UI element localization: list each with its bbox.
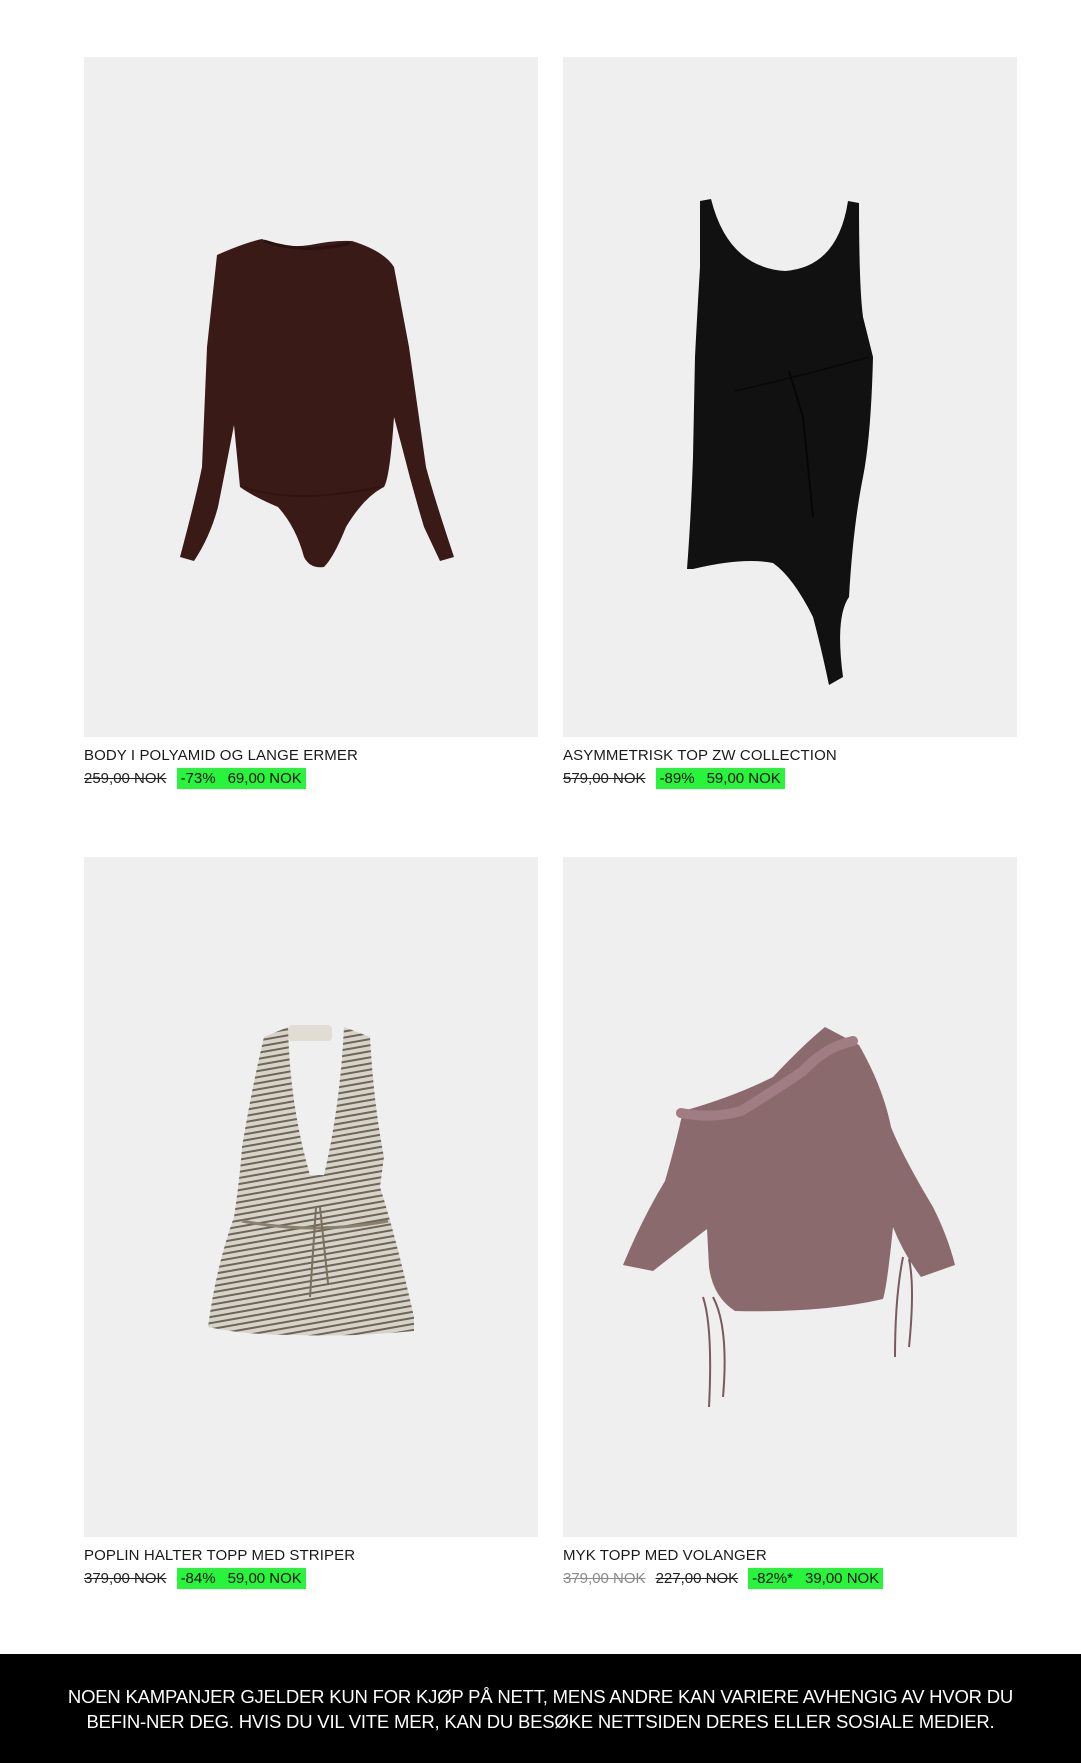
sale-badge: -82%* 39,00 NOK (748, 1567, 884, 1589)
sale-price: 59,00 NOK (227, 1569, 302, 1587)
product-name[interactable]: BODY I POLYAMID OG LANGE ERMER (84, 747, 358, 764)
ruffle-top-image (623, 1027, 955, 1408)
product-name[interactable]: MYK TOPP MED VOLANGER (563, 1547, 767, 1564)
price-row: 579,00 NOK -89% 59,00 NOK (563, 767, 785, 789)
product-image[interactable] (563, 57, 1017, 737)
original-price: 379,00 NOK (563, 1569, 646, 1587)
price-row: 379,00 NOK 227,00 NOK -82%* 39,00 NOK (563, 1567, 884, 1589)
disclaimer-text: NOEN KAMPANJER GJELDER KUN FOR KJØP PÅ N… (67, 1685, 1014, 1732)
original-price: 379,00 NOK (84, 1569, 167, 1587)
discount-percent: -89% (659, 769, 695, 787)
halter-top-image (208, 1025, 414, 1336)
product-image[interactable] (84, 857, 538, 1537)
tank-top-image (687, 199, 873, 685)
discount-percent: -82%* (752, 1569, 793, 1587)
sale-price: 69,00 NOK (227, 769, 302, 787)
previous-price: 227,00 NOK (655, 1569, 739, 1587)
product-name[interactable]: POPLIN HALTER TOPP MED STRIPER (84, 1547, 355, 1564)
price-row: 379,00 NOK -84% 59,00 NOK (84, 1567, 306, 1589)
original-price: 579,00 NOK (563, 769, 646, 787)
sale-badge: -84% 59,00 NOK (176, 1567, 306, 1589)
product-image[interactable] (563, 857, 1017, 1537)
price-row: 259,00 NOK -73% 69,00 NOK (84, 767, 306, 789)
original-price: 259,00 NOK (84, 769, 167, 787)
sale-badge: -73% 69,00 NOK (176, 767, 306, 789)
sale-price: 59,00 NOK (706, 769, 781, 787)
discount-percent: -73% (180, 769, 216, 787)
product-name[interactable]: ASYMMETRISK TOP ZW COLLECTION (563, 747, 837, 764)
disclaimer-banner: NOEN KAMPANJER GJELDER KUN FOR KJØP PÅ N… (0, 1654, 1081, 1763)
sale-price: 39,00 NOK (804, 1569, 880, 1587)
sale-badge: -89% 59,00 NOK (655, 767, 785, 789)
product-image[interactable] (84, 57, 538, 737)
bodysuit-image (180, 239, 454, 568)
discount-percent: -84% (180, 1569, 216, 1587)
